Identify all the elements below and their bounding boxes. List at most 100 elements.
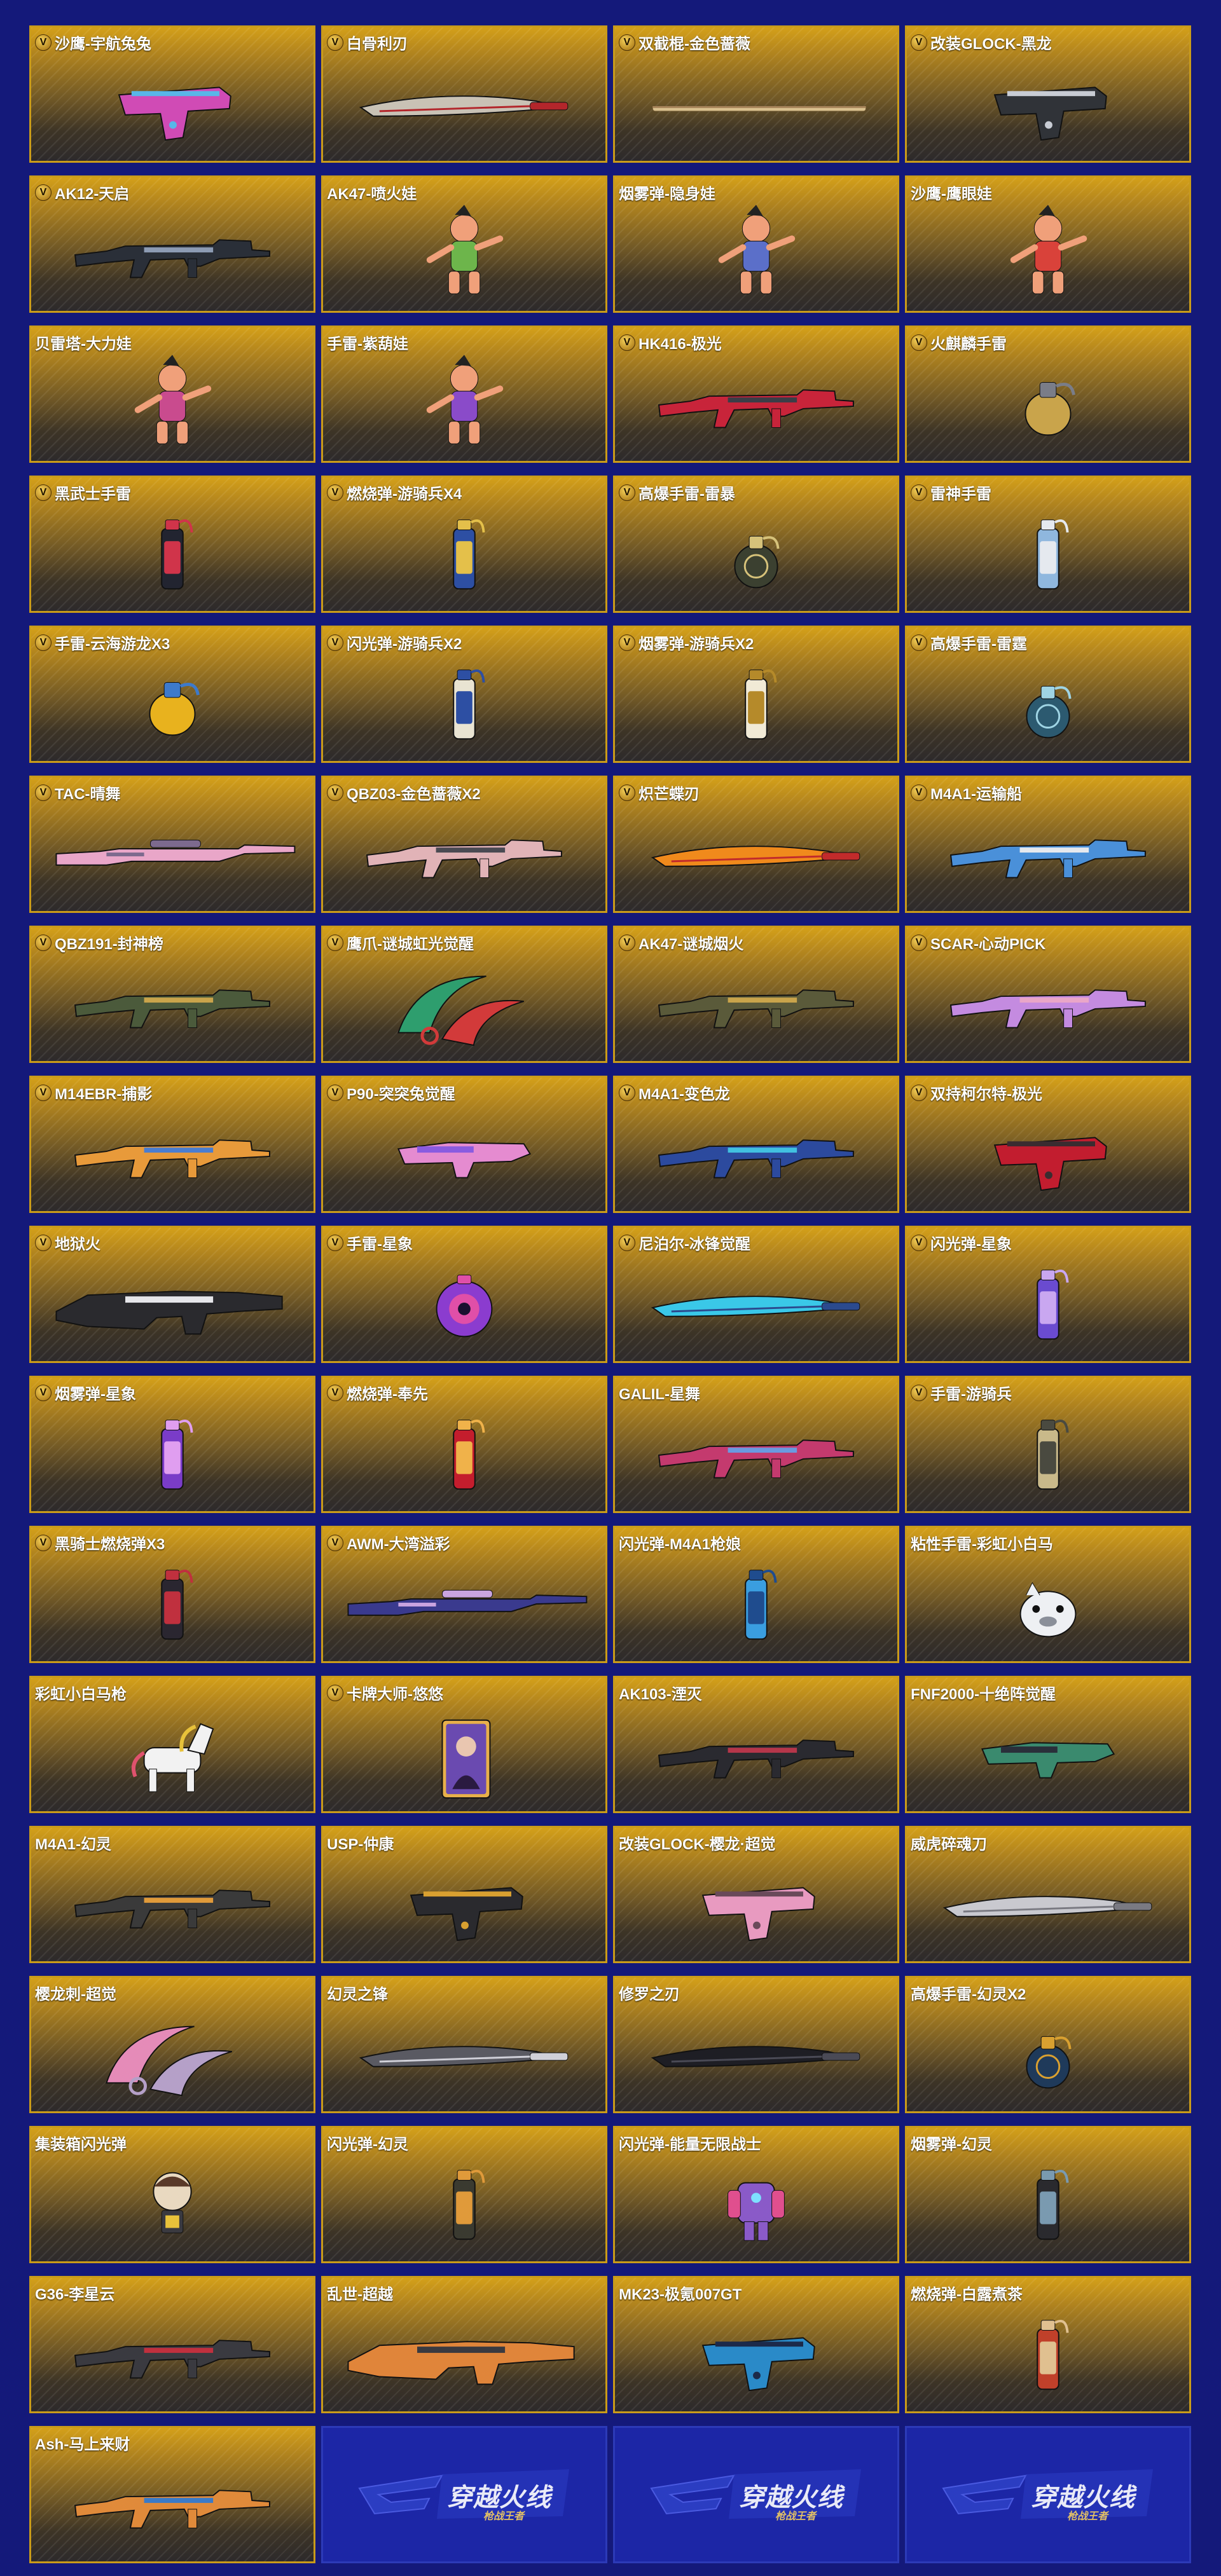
- canister-icon: [453, 669, 485, 740]
- item-card[interactable]: V 火麒麟手雷: [905, 325, 1191, 463]
- item-card[interactable]: 闪光弹-M4A1枪娘: [613, 1526, 899, 1663]
- grenade-icon: [149, 682, 200, 736]
- v-badge-icon: V: [35, 1384, 52, 1401]
- item-card[interactable]: 樱龙刺-超觉: [29, 1976, 315, 2113]
- item-card[interactable]: 高爆手雷-幻灵X2: [905, 1976, 1191, 2113]
- canister-icon: [161, 1570, 193, 1640]
- item-card[interactable]: V M14EBR-捕影: [29, 1076, 315, 1213]
- smg-icon: [397, 1142, 532, 1179]
- item-card[interactable]: V P90-突突兔觉醒: [321, 1076, 607, 1213]
- item-card[interactable]: USP-仲康: [321, 1826, 607, 1963]
- item-card[interactable]: V AWM-大湾溢彩: [321, 1526, 607, 1663]
- item-card[interactable]: V 白骨利刃: [321, 25, 607, 163]
- v-badge-icon: V: [619, 934, 635, 951]
- v-badge-icon: V: [619, 334, 635, 351]
- item-card[interactable]: 幻灵之锋: [321, 1976, 607, 2113]
- item-card[interactable]: V 烟雾弹-游骑兵X2: [613, 626, 899, 763]
- item-card[interactable]: V 烟雾弹-星象: [29, 1376, 315, 1513]
- item-card[interactable]: V 燃烧弹-奉先: [321, 1376, 607, 1513]
- item-card[interactable]: 烟雾弹-幻灵: [905, 2126, 1191, 2263]
- item-card[interactable]: 烟雾弹-隐身娃: [613, 175, 899, 313]
- item-card[interactable]: V 炽芒蝶刃: [613, 776, 899, 913]
- item-card[interactable]: V 手雷-星象: [321, 1226, 607, 1363]
- item-card[interactable]: AK47-喷火娃: [321, 175, 607, 313]
- item-card[interactable]: M4A1-幻灵: [29, 1826, 315, 1963]
- item-card[interactable]: V SCAR-心动PICK: [905, 926, 1191, 1063]
- item-card[interactable]: 燃烧弹-白露煮茶: [905, 2276, 1191, 2413]
- item-card[interactable]: G36-李星云: [29, 2276, 315, 2413]
- item-card[interactable]: V 高爆手雷-雷霆: [905, 626, 1191, 763]
- item-card[interactable]: 粘性手雷-彩虹小白马: [905, 1526, 1191, 1663]
- item-card[interactable]: V QBZ03-金色蔷薇X2: [321, 776, 607, 913]
- item-card[interactable]: V 闪光弹-星象: [905, 1226, 1191, 1363]
- item-card[interactable]: V 沙鹰-宇航兔兔: [29, 25, 315, 163]
- item-card[interactable]: V QBZ191-封神榜: [29, 926, 315, 1063]
- sniper-icon: [55, 839, 296, 866]
- v-badge-icon: V: [327, 934, 343, 951]
- rifle-icon: [74, 989, 270, 1029]
- v-badge-icon: V: [35, 934, 52, 951]
- item-card[interactable]: V 双持柯尔特-极光: [905, 1076, 1191, 1213]
- item-card[interactable]: V 地狱火: [29, 1226, 315, 1363]
- item-card[interactable]: 闪光弹-能量无限战士: [613, 2126, 899, 2263]
- v-badge-icon: V: [35, 1234, 52, 1251]
- item-card[interactable]: V 改装GLOCK-黑龙: [905, 25, 1191, 163]
- v-badge-icon: V: [911, 34, 927, 51]
- item-card[interactable]: 集装箱闪光弹: [29, 2126, 315, 2263]
- canister-icon: [1037, 2320, 1069, 2390]
- item-card[interactable]: 改装GLOCK-樱龙·超觉: [613, 1826, 899, 1963]
- item-card[interactable]: V AK12-天启: [29, 175, 315, 313]
- item-card[interactable]: Ash-马上来财: [29, 2426, 315, 2563]
- item-card[interactable]: 威虎碎魂刀: [905, 1826, 1191, 1963]
- v-badge-icon: V: [327, 34, 343, 51]
- item-card[interactable]: V 手雷-游骑兵: [905, 1376, 1191, 1513]
- item-card[interactable]: 沙鹰-鹰眼娃: [905, 175, 1191, 313]
- item-card[interactable]: V 双截棍-金色蔷薇: [613, 25, 899, 163]
- smg-icon: [981, 1742, 1115, 1779]
- frag-icon: [1026, 685, 1072, 739]
- v-badge-icon: V: [35, 784, 52, 801]
- item-card[interactable]: 手雷-紫葫娃: [321, 325, 607, 463]
- item-card[interactable]: V M4A1-变色龙: [613, 1076, 899, 1213]
- v-badge-icon: V: [327, 1684, 343, 1701]
- item-card[interactable]: V 鹰爪-谜城虹光觉醒: [321, 926, 607, 1063]
- v-badge-icon: V: [911, 484, 927, 501]
- item-card[interactable]: V 闪光弹-游骑兵X2: [321, 626, 607, 763]
- item-card[interactable]: V TAC-晴舞: [29, 776, 315, 913]
- item-card[interactable]: 闪光弹-幻灵: [321, 2126, 607, 2263]
- item-card[interactable]: GALIL-星舞: [613, 1376, 899, 1513]
- figure-icon: [426, 205, 504, 294]
- v-badge-icon: V: [327, 1084, 343, 1101]
- item-card[interactable]: V 黑武士手雷: [29, 476, 315, 613]
- item-card[interactable]: V 高爆手雷-雷暴: [613, 476, 899, 613]
- item-card[interactable]: V 黑骑士燃烧弹X3: [29, 1526, 315, 1663]
- item-card[interactable]: V 雷神手雷: [905, 476, 1191, 613]
- item-card[interactable]: V AK47-谜城烟火: [613, 926, 899, 1063]
- item-card[interactable]: 修罗之刃: [613, 1976, 899, 2113]
- blade-icon: [359, 2046, 569, 2067]
- item-card[interactable]: MK23-极氪007GT: [613, 2276, 899, 2413]
- item-card[interactable]: V 手雷-云海游龙X3: [29, 626, 315, 763]
- item-card[interactable]: 乱世-超越: [321, 2276, 607, 2413]
- item-card[interactable]: V HK416-极光: [613, 325, 899, 463]
- item-card[interactable]: FNF2000-十绝阵觉醒: [905, 1676, 1191, 1813]
- item-card[interactable]: V 尼泊尔-冰锋觉醒: [613, 1226, 899, 1363]
- rifle-icon: [658, 1439, 854, 1479]
- frag-icon: [734, 535, 780, 589]
- v-badge-icon: V: [35, 634, 52, 651]
- pistol-icon: [993, 1137, 1107, 1191]
- v-badge-icon: V: [327, 1234, 343, 1251]
- figure-icon: [1010, 205, 1087, 294]
- item-card[interactable]: AK103-湮灭: [613, 1676, 899, 1813]
- v-badge-icon: V: [619, 634, 635, 651]
- item-card[interactable]: 贝雷塔-大力娃: [29, 325, 315, 463]
- v-badge-icon: V: [911, 1384, 927, 1401]
- item-card[interactable]: V M4A1-运输船: [905, 776, 1191, 913]
- heavy-icon: [347, 2341, 575, 2385]
- item-card[interactable]: V 燃烧弹-游骑兵X4: [321, 476, 607, 613]
- v-badge-icon: V: [327, 784, 343, 801]
- item-card[interactable]: 彩虹小白马枪: [29, 1676, 315, 1813]
- item-card[interactable]: V 卡牌大师-悠悠: [321, 1676, 607, 1813]
- v-badge-icon: V: [911, 334, 927, 351]
- blade-icon: [651, 2046, 860, 2067]
